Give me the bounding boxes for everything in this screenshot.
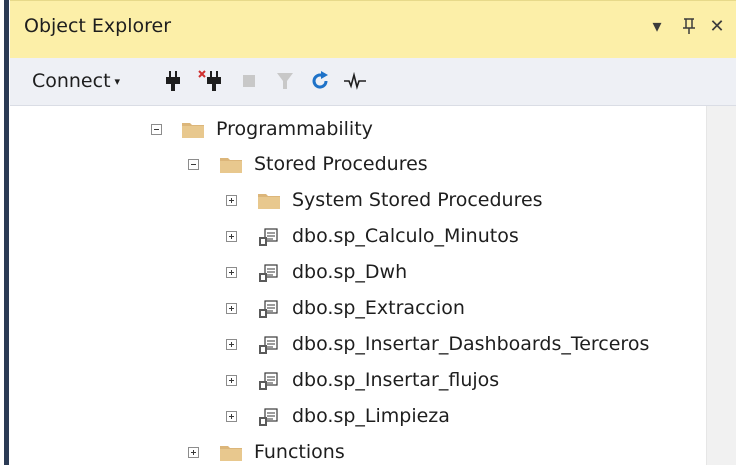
tree-node-label: Functions [254,441,345,463]
panel-title-bar[interactable]: Object Explorer ▾ ✕ [10,0,736,58]
tree-node-programmability[interactable]: Programmability [10,112,706,147]
chevron-down-icon: ▾ [114,74,121,88]
tree-node-label: Stored Procedures [254,153,428,175]
object-tree: Programmability Stored Procedures System… [10,106,706,465]
expand-toggle-icon[interactable] [226,339,237,350]
stored-procedure-icon [259,372,278,390]
collapse-toggle-icon[interactable] [188,159,199,170]
tree-node-label: dbo.sp_Extraccion [292,297,465,319]
tree-node-procedure[interactable]: dbo.sp_Dwh [10,255,706,290]
expand-toggle-icon[interactable] [226,411,237,422]
expand-toggle-icon[interactable] [226,195,237,206]
close-panel-button[interactable]: ✕ [704,11,730,41]
expand-toggle-icon[interactable] [226,303,237,314]
tree-node-label: dbo.sp_Dwh [292,261,408,283]
tree-node-stored-procedures[interactable]: Stored Procedures [10,147,706,182]
object-explorer-panel: Object Explorer ▾ ✕ Connect ▾ Programmab… [10,0,736,465]
tree-node-label: dbo.sp_Insertar_flujos [292,369,500,391]
collapse-toggle-icon[interactable] [151,124,162,135]
expand-toggle-icon[interactable] [226,231,237,242]
tree-node-procedure[interactable]: dbo.sp_Insertar_flujos [10,363,706,398]
stored-procedure-icon [259,264,278,282]
pin-icon[interactable] [676,11,702,41]
tree-node-label: dbo.sp_Insertar_Dashboards_Terceros [292,333,650,355]
folder-icon [258,194,280,209]
stored-procedure-icon [259,408,278,426]
refresh-icon[interactable] [306,66,334,96]
tree-node-label: dbo.sp_Limpieza [292,405,450,427]
folder-icon [220,446,242,461]
folder-icon [182,123,204,138]
window-left-edge [0,0,10,465]
tree-node-procedure[interactable]: dbo.sp_Insertar_Dashboards_Terceros [10,327,706,362]
tree-node-label: System Stored Procedures [292,189,543,211]
folder-icon [220,158,242,173]
stored-procedure-icon [259,228,278,246]
connect-plug-icon[interactable] [160,66,186,96]
stored-procedure-icon [259,300,278,318]
window-left-edge-bar [4,0,9,465]
vertical-scrollbar[interactable] [706,106,736,465]
disconnect-plug-icon[interactable] [196,66,226,96]
expand-toggle-icon[interactable] [188,447,199,458]
panel-title: Object Explorer [24,15,172,37]
connect-label: Connect [31,70,111,92]
expand-toggle-icon[interactable] [226,375,237,386]
stored-procedure-icon [259,336,278,354]
activity-monitor-icon[interactable] [340,66,370,96]
filter-icon[interactable] [272,66,298,96]
tree-node-procedure[interactable]: dbo.sp_Calculo_Minutos [10,219,706,254]
expand-toggle-icon[interactable] [226,267,237,278]
tree-node-procedure[interactable]: dbo.sp_Limpieza [10,399,706,434]
tree-node-system-stored-procedures[interactable]: System Stored Procedures [10,183,706,218]
tree-node-label: Programmability [216,118,373,140]
window-position-dropdown-button[interactable]: ▾ [644,11,670,41]
stop-icon[interactable] [236,66,262,96]
tree-node-label: dbo.sp_Calculo_Minutos [292,225,519,247]
explorer-toolbar: Connect ▾ [10,58,736,106]
tree-node-procedure[interactable]: dbo.sp_Extraccion [10,291,706,326]
connect-button[interactable]: Connect ▾ [20,66,132,96]
